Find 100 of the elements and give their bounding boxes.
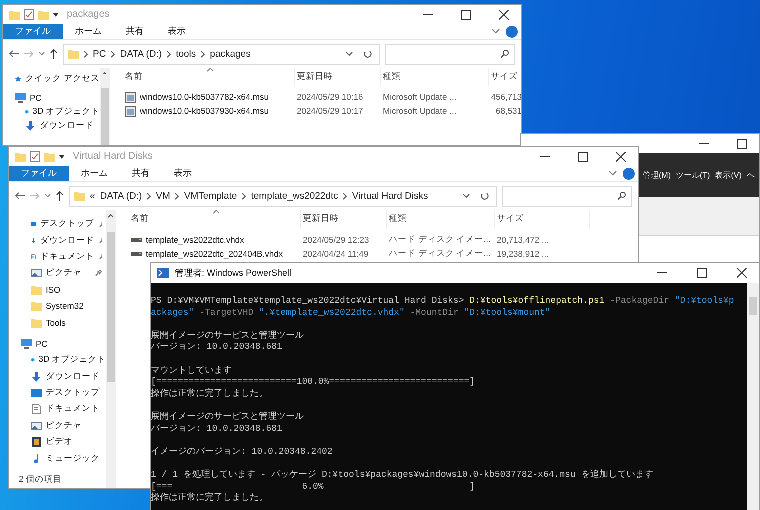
search-field[interactable] xyxy=(385,44,515,64)
navigation-item[interactable]: ISO xyxy=(9,282,106,298)
navigation-item[interactable]: 3D オブジェクト xyxy=(3,105,100,119)
chevron-down-icon[interactable] xyxy=(609,171,617,176)
caret-up-icon[interactable] xyxy=(108,214,114,218)
console-line: 展開イメージのサービスと管理ツール xyxy=(151,330,304,342)
column-header[interactable]: 名前 xyxy=(129,210,301,228)
close-icon[interactable] xyxy=(616,152,626,162)
maximize-icon[interactable] xyxy=(578,152,588,162)
file-name-cell[interactable]: template_ws2022dtc.vhdx xyxy=(129,233,301,247)
back-arrow-icon[interactable] xyxy=(15,192,25,200)
menu-item[interactable]: 表示(V) xyxy=(715,170,742,180)
help-icon[interactable] xyxy=(623,168,635,180)
ribbon-tab[interactable]: 共有 xyxy=(114,24,156,39)
navigation-item[interactable]: 3D オブジェクト xyxy=(9,352,106,369)
menu-item[interactable]: 管理(M) xyxy=(643,170,671,180)
column-header[interactable]: 種類 xyxy=(381,68,489,86)
ribbon-tab[interactable]: 共有 xyxy=(120,166,162,181)
navigation-item[interactable]: デスクトップ xyxy=(9,384,106,402)
console-line: バージョン: 10.0.20348.681 xyxy=(151,342,282,354)
navigation-item[interactable]: ピクチャ xyxy=(9,418,106,434)
breadcrumb[interactable]: VM xyxy=(156,190,170,202)
breadcrumb[interactable]: DATA (D:) xyxy=(100,190,142,202)
close-icon[interactable] xyxy=(499,10,509,20)
column-header[interactable]: サイズ xyxy=(489,68,521,86)
file-name-cell[interactable]: windows10.0-kb5037782-x64.msu xyxy=(123,90,295,104)
chevron-down-icon[interactable] xyxy=(39,52,45,56)
breadcrumb[interactable]: Virtual Hard Disks xyxy=(352,190,428,202)
scrollbar[interactable] xyxy=(106,210,116,488)
help-icon[interactable] xyxy=(506,26,518,38)
caret-up-icon[interactable] xyxy=(102,72,108,74)
breadcrumb[interactable]: template_ws2022dtc xyxy=(251,190,338,202)
menu-item[interactable]: ヘ xyxy=(746,170,755,180)
file-name-cell[interactable]: template_ws2022dtc_202404B.vhdx xyxy=(129,247,301,261)
picture-icon xyxy=(31,420,42,431)
column-header[interactable]: 名前 xyxy=(123,68,295,86)
refresh-icon[interactable] xyxy=(364,50,372,58)
back-arrow-icon[interactable] xyxy=(9,50,19,58)
properties-icon[interactable] xyxy=(30,151,40,162)
column-header[interactable]: 更新日時 xyxy=(301,210,387,228)
navigation-item[interactable]: PC xyxy=(9,336,106,352)
navigation-item[interactable]: System32 xyxy=(9,298,106,314)
file-name-cell[interactable]: windows10.0-kb5037930-x64.msu xyxy=(123,104,295,118)
column-header[interactable]: 更新日時 xyxy=(295,68,381,86)
breadcrumb[interactable]: DATA (D:) xyxy=(120,48,162,60)
ribbon-tab[interactable]: 表示 xyxy=(156,24,198,39)
column-header[interactable]: サイズ xyxy=(495,210,590,228)
menu-item[interactable]: ツール(T) xyxy=(676,170,710,180)
minimize-icon[interactable] xyxy=(699,142,709,144)
maximize-icon[interactable] xyxy=(461,10,471,20)
search-field[interactable] xyxy=(502,186,632,206)
folder-icon xyxy=(31,318,42,328)
chevron-down-icon[interactable] xyxy=(492,29,500,34)
breadcrumb[interactable]: tools xyxy=(176,48,196,60)
up-arrow-icon[interactable] xyxy=(50,49,58,59)
ribbon-tab[interactable]: ファイル xyxy=(3,24,63,39)
down-arrow-icon xyxy=(31,236,36,246)
navigation-item[interactable]: ダウンロード xyxy=(9,368,106,385)
navigation-item[interactable]: ミュージック xyxy=(9,450,106,467)
chevron-down-icon[interactable] xyxy=(463,194,470,198)
scrollbar[interactable] xyxy=(100,68,110,145)
navigation-item[interactable]: デスクトップ xyxy=(9,216,106,232)
maximize-icon[interactable] xyxy=(737,138,747,148)
chevron-down-icon[interactable] xyxy=(346,52,353,56)
refresh-icon[interactable] xyxy=(481,192,489,200)
breadcrumb[interactable]: PC xyxy=(93,48,106,60)
navigation-item[interactable]: ダウンロード xyxy=(3,119,100,133)
overflow-mark[interactable]: « xyxy=(90,190,96,202)
folder-icon xyxy=(31,301,42,312)
ribbon-tab[interactable]: ファイル xyxy=(9,166,69,181)
chevron-down-icon[interactable] xyxy=(45,194,51,198)
ribbon-tab[interactable]: ホーム xyxy=(63,24,114,39)
navigation-item[interactable]: クイック アクセス xyxy=(3,72,100,86)
navigation-item[interactable]: PC xyxy=(3,91,100,105)
column-header[interactable]: 種類 xyxy=(387,210,495,228)
ribbon-tab[interactable]: ホーム xyxy=(69,166,120,181)
breadcrumb[interactable]: packages xyxy=(210,48,251,60)
address-bar[interactable]: « DATA (D:) VM VMTemplate template_ws2022dtc Virtual Hard Disks xyxy=(69,186,497,206)
navigation-item[interactable]: ダウンロード xyxy=(9,232,106,249)
navigation-item[interactable]: ビデオ xyxy=(9,434,106,450)
maximize-icon[interactable] xyxy=(697,268,707,278)
navigation-item[interactable]: ピクチャ xyxy=(9,265,106,282)
navigation-item[interactable]: Tools xyxy=(9,314,106,331)
table-cell-text: ハード ディスク イメー... xyxy=(388,247,492,260)
up-arrow-icon[interactable] xyxy=(56,191,64,201)
caret-down-icon[interactable] xyxy=(53,12,59,17)
ribbon-tab[interactable]: 表示 xyxy=(162,166,204,181)
breadcrumb[interactable]: VMTemplate xyxy=(184,190,238,202)
document-icon xyxy=(31,404,42,414)
address-bar[interactable]: PC DATA (D:) tools packages xyxy=(63,44,380,64)
chevron-right-icon xyxy=(111,50,116,58)
minimize-icon[interactable] xyxy=(423,14,433,16)
navigation-item[interactable]: ドキュメント xyxy=(9,248,106,266)
close-icon[interactable] xyxy=(737,268,747,278)
minimize-icon[interactable] xyxy=(540,156,550,158)
scrollbar[interactable] xyxy=(747,283,759,510)
minimize-icon[interactable] xyxy=(657,272,667,274)
caret-down-icon[interactable] xyxy=(59,154,65,159)
navigation-item[interactable]: ドキュメント xyxy=(9,401,106,418)
properties-icon[interactable] xyxy=(24,9,34,20)
